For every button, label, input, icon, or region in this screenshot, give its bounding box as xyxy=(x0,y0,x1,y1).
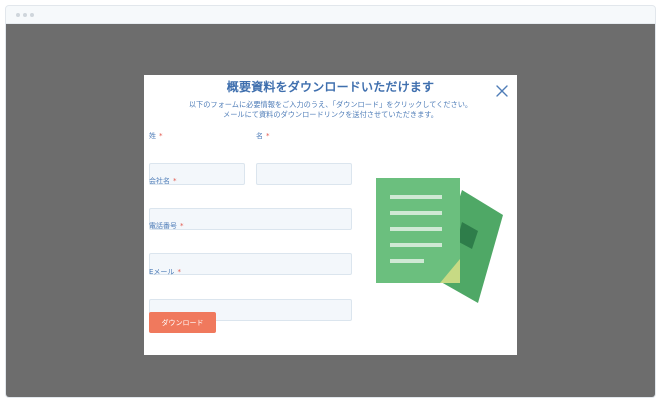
close-button[interactable] xyxy=(494,83,510,99)
required-mark: * xyxy=(173,177,177,185)
window-titlebar xyxy=(6,6,655,24)
required-mark: * xyxy=(159,132,163,140)
description-line: メールにて資料のダウンロードリンクを送付させていただきます。 xyxy=(223,110,438,119)
modal-title: 概要資料をダウンロードいただけます xyxy=(226,80,435,94)
download-modal: 概要資料をダウンロードいただけます 以下のフォームに必要情報をご入力のうえ、「ダ… xyxy=(144,75,517,355)
close-icon xyxy=(496,85,508,97)
company-label: 会社名 * xyxy=(149,177,177,185)
window-control-dot xyxy=(23,13,27,17)
phone-label: 電話番号 * xyxy=(149,222,184,230)
window-control-dot xyxy=(16,13,20,17)
document-icon xyxy=(376,178,503,303)
modal-overlay[interactable]: 概要資料をダウンロードいただけます 以下のフォームに必要情報をご入力のうえ、「ダ… xyxy=(6,24,655,397)
description-line: 以下のフォームに必要情報をご入力のうえ、「ダウンロード」をクリックしてください。 xyxy=(188,100,473,109)
required-mark: * xyxy=(180,222,184,230)
first-name-label: 名 * xyxy=(256,132,270,140)
required-mark: * xyxy=(266,132,270,140)
modal-description: 以下のフォームに必要情報をご入力のうえ、「ダウンロード」をクリックしてください。… xyxy=(144,100,517,120)
first-name-field[interactable] xyxy=(256,163,352,185)
download-button[interactable]: ダウンロード xyxy=(149,312,216,333)
required-mark: * xyxy=(177,268,181,276)
last-name-label: 姓 * xyxy=(149,132,163,140)
window-control-dot xyxy=(30,13,34,17)
email-label: Eメール * xyxy=(149,268,181,276)
browser-window: 概要資料をダウンロードいただけます 以下のフォームに必要情報をご入力のうえ、「ダ… xyxy=(5,5,656,398)
